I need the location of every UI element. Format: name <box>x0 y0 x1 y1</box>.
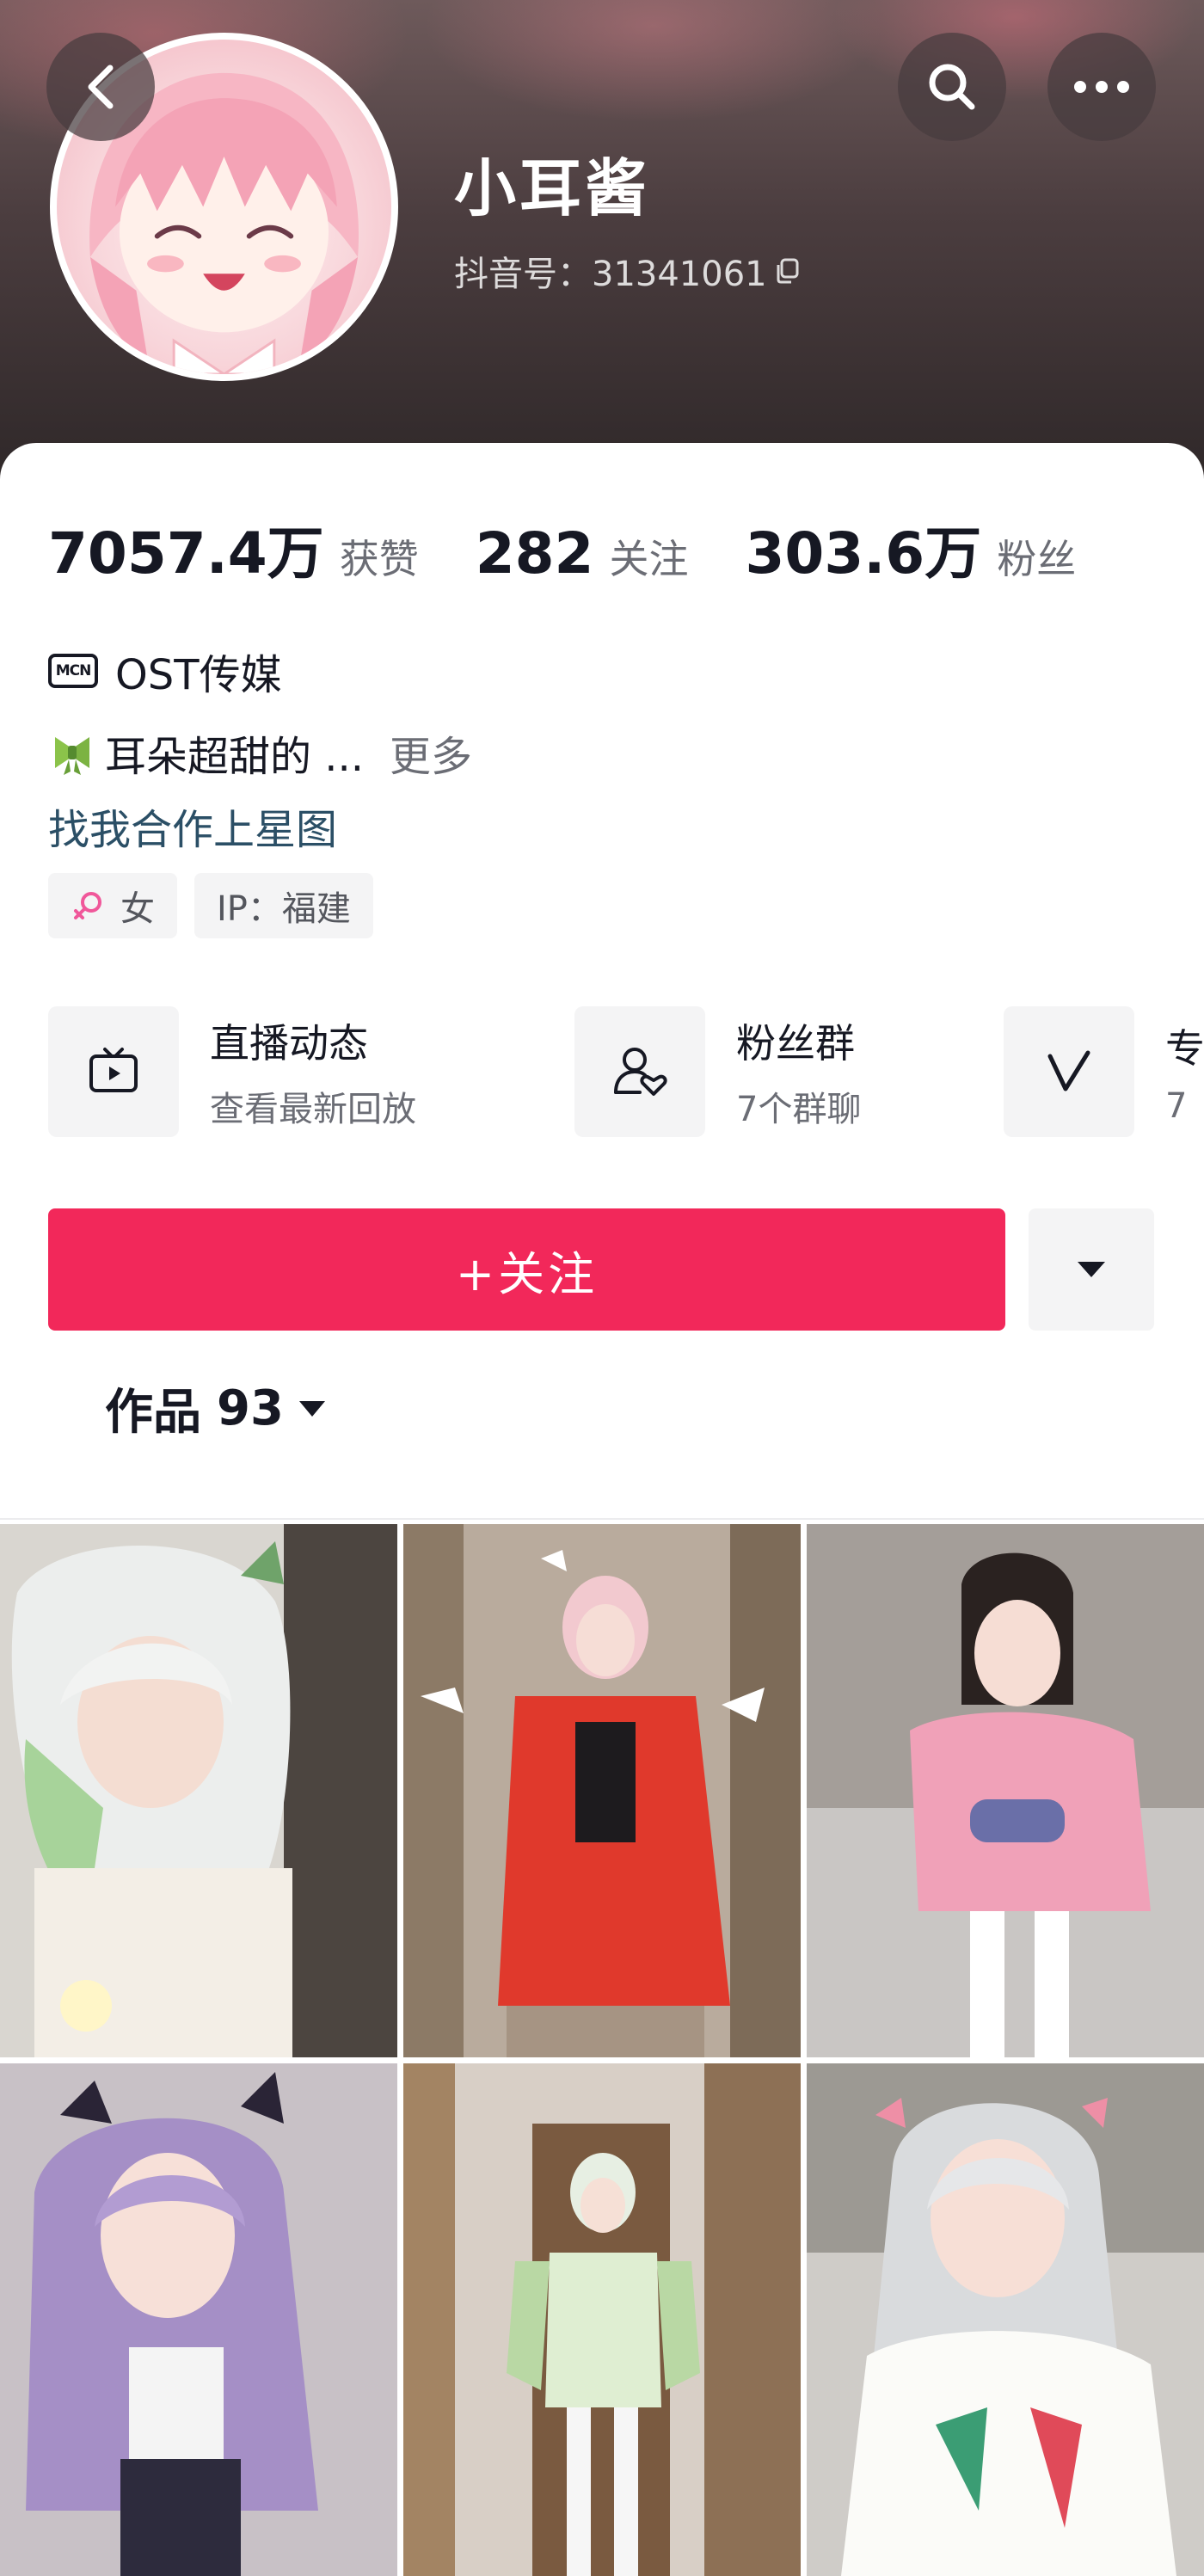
feature-fan-group-text: 粉丝群 7个群聊 <box>736 1012 861 1131</box>
more-horizontal-icon <box>1074 81 1129 93</box>
thumbnail-image <box>807 2063 1204 2576</box>
works-label: 作品 <box>105 1385 201 1441</box>
video-thumbnail[interactable] <box>0 1524 397 2057</box>
stat-followers-value: 303.6万 <box>745 520 982 587</box>
female-icon <box>74 892 101 919</box>
douyin-id: 抖音号：31341061 <box>454 255 767 294</box>
bio-row: 耳朵超甜的 ... 更多 <box>48 722 472 783</box>
feature-live-icon-box <box>48 1006 179 1137</box>
bow-emoji-icon <box>55 737 89 775</box>
douyin-id-row[interactable]: 抖音号：31341061 <box>454 246 800 296</box>
tab-works[interactable]: 作品 93 <box>105 1374 329 1443</box>
mcn-icon: MCN <box>48 654 98 688</box>
feature-third-subtitle: 7 <box>1165 1086 1188 1126</box>
mcn-row[interactable]: MCN OST传媒 <box>48 641 282 701</box>
ip-label: IP：福建 <box>217 889 351 929</box>
thumbnail-image <box>807 1524 1204 2057</box>
collab-link[interactable]: 找我合作上星图 <box>48 796 337 856</box>
stats-row: 7057.4万 获赞 282 关注 303.6万 粉丝 <box>48 507 1133 590</box>
check-v-icon <box>1047 1050 1090 1091</box>
bio-text: 耳朵超甜的 ... <box>105 733 365 781</box>
thumbnail-image <box>403 1524 801 2057</box>
profile-card: 7057.4万 获赞 282 关注 303.6万 粉丝 MCN OST传媒 耳朵… <box>0 443 1204 1520</box>
stat-followers[interactable]: 303.6万 粉丝 <box>745 507 1076 590</box>
user-heart-icon <box>614 1048 667 1096</box>
feature-live-title: 直播动态 <box>210 1020 368 1067</box>
video-thumbnail[interactable] <box>807 1524 1204 2057</box>
feature-fan-group-title: 粉丝群 <box>736 1020 855 1067</box>
video-thumbnail[interactable] <box>807 2063 1204 2576</box>
feature-live[interactable]: 直播动态 查看最新回放 <box>48 1006 416 1137</box>
caret-down-icon <box>1078 1262 1105 1277</box>
feature-third[interactable]: 专 7 <box>1004 1006 1204 1137</box>
feature-fan-group-subtitle: 7个群聊 <box>736 1090 862 1129</box>
stat-following-label: 关注 <box>609 536 689 582</box>
feature-third-title: 专 <box>1165 1025 1204 1072</box>
mcn-name: OST传媒 <box>115 651 282 699</box>
works-grid <box>0 1524 1204 2576</box>
follow-button[interactable]: +关注 <box>48 1208 1005 1331</box>
more-button[interactable] <box>1047 33 1156 141</box>
thumbnail-image <box>0 2063 397 2576</box>
gender-label: 女 <box>120 889 155 929</box>
caret-down-icon <box>298 1400 325 1417</box>
recommend-dropdown-button[interactable] <box>1029 1208 1154 1331</box>
feature-third-icon-box <box>1004 1006 1134 1137</box>
stat-likes[interactable]: 7057.4万 获赞 <box>48 507 419 590</box>
tv-icon <box>89 1048 138 1092</box>
feature-third-text: 专 7 <box>1165 1017 1204 1126</box>
ip-tag: IP：福建 <box>194 873 373 938</box>
stat-followers-label: 粉丝 <box>997 536 1077 582</box>
feature-fan-group[interactable]: 粉丝群 7个群聊 <box>574 1006 861 1137</box>
video-thumbnail[interactable] <box>403 1524 801 2057</box>
nickname: 小耳酱 <box>454 152 651 224</box>
feature-live-text: 直播动态 查看最新回放 <box>210 1012 416 1131</box>
stat-following-value: 282 <box>475 520 594 587</box>
thumbnail-image <box>403 2063 801 2576</box>
video-thumbnail[interactable] <box>0 2063 397 2576</box>
thumbnail-image <box>0 1524 397 2057</box>
works-count: 93 <box>217 1380 284 1436</box>
stat-likes-label: 获赞 <box>339 536 419 582</box>
gender-tag: 女 <box>48 873 177 938</box>
feature-fan-group-icon-box <box>574 1006 705 1137</box>
tags-row: 女 IP：福建 <box>48 873 373 938</box>
search-button[interactable] <box>898 33 1006 141</box>
stat-following[interactable]: 282 关注 <box>476 520 689 587</box>
tab-divider <box>0 1518 1204 1520</box>
bio-more-link[interactable]: 更多 <box>390 722 472 783</box>
stat-likes-value: 7057.4万 <box>48 520 324 587</box>
copy-icon[interactable] <box>774 257 800 285</box>
video-thumbnail[interactable] <box>403 2063 801 2576</box>
search-icon <box>929 64 975 110</box>
back-button[interactable] <box>46 33 155 141</box>
feature-cards-row: 直播动态 查看最新回放 粉丝群 7个群聊 专 7 <box>48 1006 1204 1144</box>
feature-live-subtitle: 查看最新回放 <box>210 1090 416 1129</box>
chevron-left-icon <box>88 65 114 109</box>
